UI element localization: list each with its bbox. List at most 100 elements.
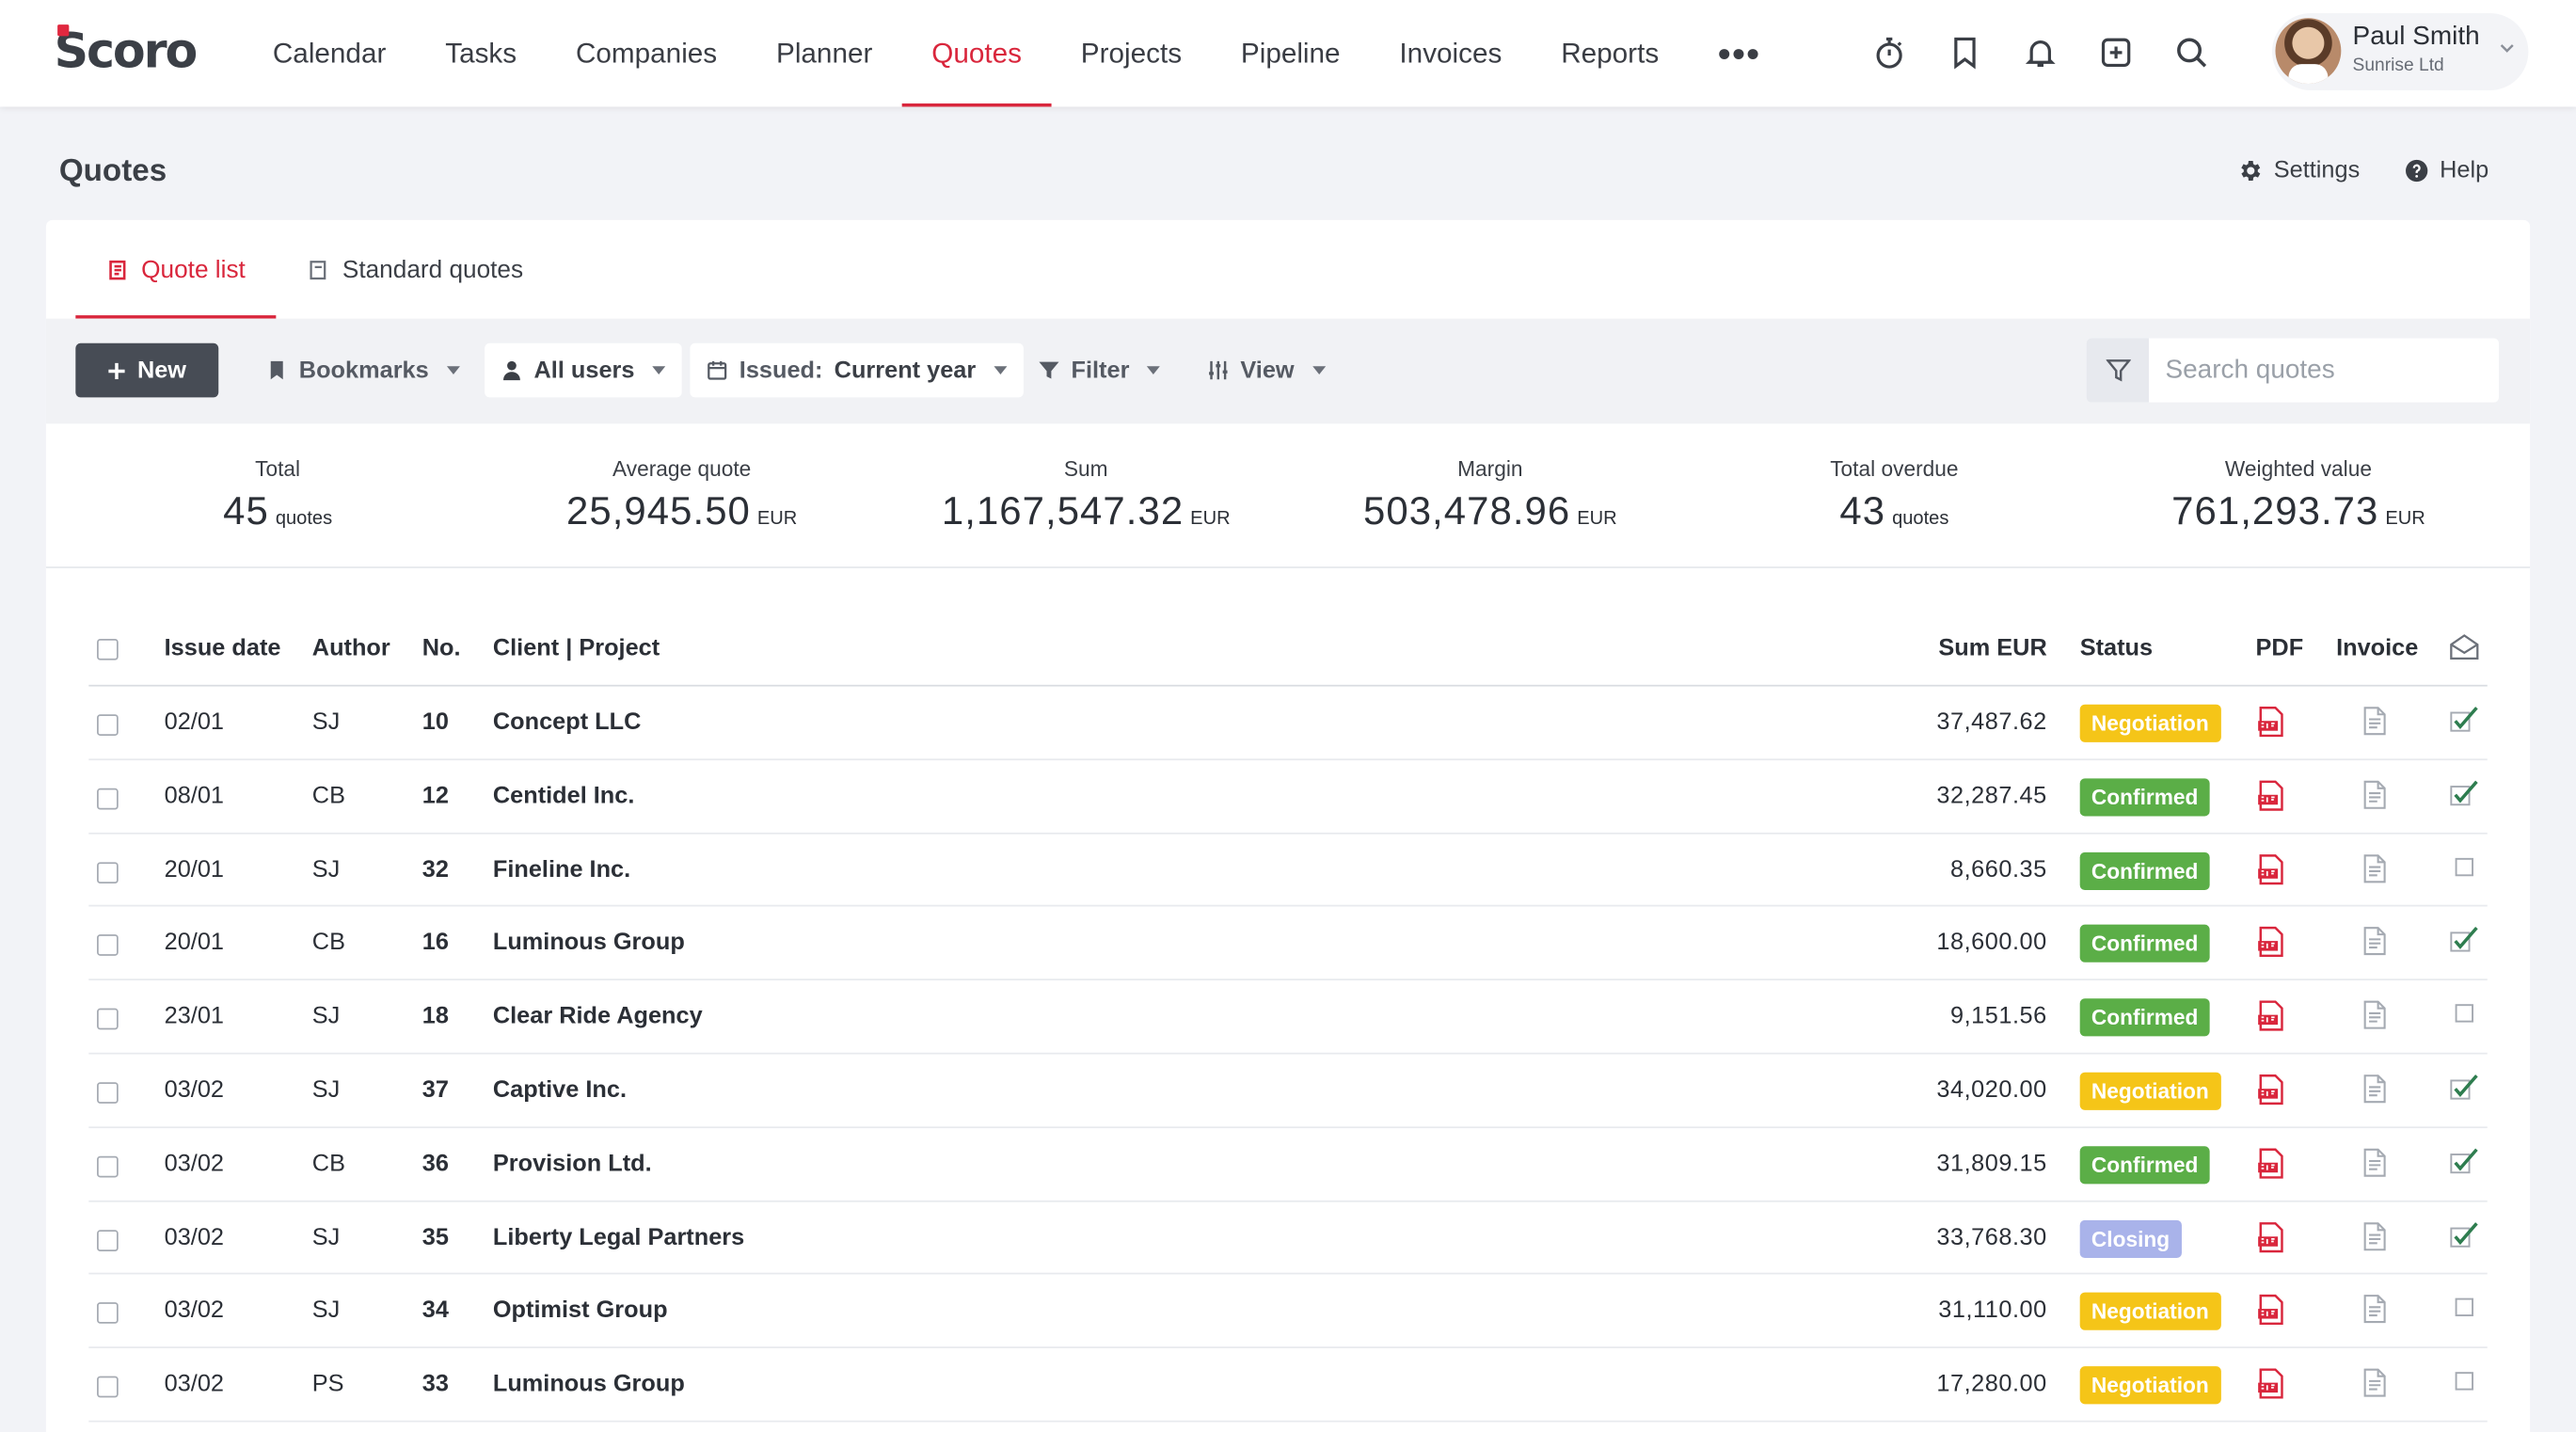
row-checkbox[interactable] — [97, 1302, 119, 1325]
sent-check-icon[interactable] — [2450, 1074, 2479, 1103]
invoice-document-icon[interactable] — [2362, 1221, 2392, 1254]
invoice-document-icon[interactable] — [2362, 780, 2392, 813]
client-name[interactable]: Luminous Group — [493, 1372, 685, 1398]
sent-check-icon[interactable] — [2450, 927, 2479, 956]
filter-dropdown[interactable]: Filter — [1022, 343, 1177, 398]
client-name[interactable]: Fineline Inc. — [493, 856, 630, 883]
row-checkbox[interactable] — [97, 1009, 119, 1030]
pdf-icon[interactable] — [2257, 1295, 2286, 1328]
pdf-icon[interactable] — [2257, 1000, 2286, 1033]
col-invoice[interactable]: Invoice — [2336, 635, 2418, 661]
col-author[interactable]: Author — [312, 635, 390, 661]
quote-number[interactable]: 12 — [422, 783, 449, 809]
nav-item-projects[interactable]: Projects — [1051, 0, 1211, 106]
invoice-document-icon[interactable] — [2362, 853, 2392, 886]
tab-quote-list[interactable]: Quote list — [75, 220, 278, 319]
row-checkbox[interactable] — [97, 1229, 119, 1251]
client-name[interactable]: Centidel Inc. — [493, 783, 635, 809]
col-issue-date[interactable]: Issue date — [165, 635, 281, 661]
client-name[interactable]: Clear Ride Agency — [493, 1004, 703, 1030]
quote-number[interactable]: 35 — [422, 1224, 449, 1250]
pdf-icon[interactable] — [2257, 1368, 2286, 1401]
table-row[interactable]: 03/02 PS 33 Luminous Group 17,280.00 Negotiat… — [88, 1348, 2488, 1423]
table-row[interactable]: 23/01 SJ 18 Clear Ride Agency 9,151.56 Confir… — [88, 980, 2488, 1055]
row-checkbox[interactable] — [97, 1376, 119, 1398]
bell-icon[interactable] — [2014, 28, 2067, 77]
invoice-document-icon[interactable] — [2362, 707, 2392, 740]
more-menu-button[interactable]: ••• — [1689, 0, 1790, 106]
nav-item-pipeline[interactable]: Pipeline — [1211, 0, 1370, 106]
table-row[interactable]: 02/01 SJ 10 Concept LLC 37,487.62 Negotiation — [88, 687, 2488, 760]
quote-number[interactable]: 16 — [422, 931, 449, 957]
client-name[interactable]: Optimist Group — [493, 1298, 668, 1325]
help-link[interactable]: Help — [2404, 158, 2489, 183]
nav-item-calendar[interactable]: Calendar — [243, 0, 415, 106]
invoice-document-icon[interactable] — [2362, 1148, 2392, 1181]
row-checkbox[interactable] — [97, 1155, 119, 1178]
table-row[interactable]: 03/02 SJ 37 Captive Inc. 34,020.00 Negotiatio… — [88, 1055, 2488, 1128]
client-name[interactable]: Liberty Legal Partners — [493, 1224, 744, 1250]
table-row[interactable]: 03/02 SJ 35 Liberty Legal Partners 33,768.30… — [88, 1201, 2488, 1276]
pdf-icon[interactable] — [2257, 1074, 2286, 1106]
quote-number[interactable]: 18 — [422, 1004, 449, 1030]
search-input[interactable] — [2149, 355, 2478, 386]
select-all-checkbox[interactable] — [97, 638, 119, 660]
user-menu[interactable]: Paul Smith Sunrise Ltd — [2271, 12, 2529, 90]
client-name[interactable]: Concept LLC — [493, 709, 642, 736]
nav-item-tasks[interactable]: Tasks — [416, 0, 547, 106]
quote-number[interactable]: 36 — [422, 1151, 449, 1177]
row-checkbox[interactable] — [97, 788, 119, 810]
tab-standard-quotes[interactable]: Standard quotes — [277, 220, 554, 319]
invoice-document-icon[interactable] — [2362, 927, 2392, 960]
table-row[interactable]: 08/01 CB 12 Centidel Inc. 32,287.45 Confirmed — [88, 760, 2488, 834]
not-sent-checkbox-icon[interactable] — [2450, 853, 2479, 883]
invoice-document-icon[interactable] — [2362, 1074, 2392, 1106]
not-sent-checkbox-icon[interactable] — [2450, 1368, 2479, 1397]
col-pdf[interactable]: PDF — [2256, 635, 2304, 661]
quote-number[interactable]: 33 — [422, 1372, 449, 1398]
plus-square-icon[interactable] — [2090, 28, 2142, 77]
sent-check-icon[interactable] — [2450, 1221, 2479, 1250]
col-status[interactable]: Status — [2080, 635, 2153, 661]
nav-item-reports[interactable]: Reports — [1532, 0, 1689, 106]
stopwatch-icon[interactable] — [1863, 28, 1916, 77]
nav-item-invoices[interactable]: Invoices — [1370, 0, 1532, 106]
search-icon[interactable] — [2165, 28, 2218, 77]
row-checkbox[interactable] — [97, 861, 119, 883]
table-row[interactable]: 03/02 CB 36 Provision Ltd. 31,809.15 Confirme… — [88, 1128, 2488, 1201]
envelope-icon[interactable] — [2450, 634, 2479, 669]
not-sent-checkbox-icon[interactable] — [2450, 1295, 2479, 1324]
invoice-document-icon[interactable] — [2362, 1295, 2392, 1328]
col-number[interactable]: No. — [422, 635, 461, 661]
client-name[interactable]: Captive Inc. — [493, 1077, 627, 1104]
issued-date-dropdown[interactable]: Issued: Current year — [690, 342, 1024, 398]
client-name[interactable]: Provision Ltd. — [493, 1151, 652, 1177]
table-row[interactable]: 03/02 SJ 34 Optimist Group 31,110.00 Negotiat… — [88, 1275, 2488, 1349]
quote-number[interactable]: 34 — [422, 1298, 449, 1325]
sent-check-icon[interactable] — [2450, 780, 2479, 809]
table-row[interactable]: 20/01 CB 16 Luminous Group 18,600.00 Confirme… — [88, 907, 2488, 981]
sent-check-icon[interactable] — [2450, 1148, 2479, 1177]
bookmarks-dropdown[interactable]: Bookmarks — [249, 343, 476, 398]
client-name[interactable]: Luminous Group — [493, 931, 685, 957]
pdf-icon[interactable] — [2257, 927, 2286, 960]
invoice-document-icon[interactable] — [2362, 1368, 2392, 1401]
view-dropdown[interactable]: View — [1191, 343, 1342, 398]
scoro-logo[interactable]: Scoro — [55, 23, 199, 78]
sent-check-icon[interactable] — [2450, 707, 2479, 736]
users-dropdown[interactable]: All users — [485, 342, 683, 398]
pdf-icon[interactable] — [2257, 853, 2286, 886]
pdf-icon[interactable] — [2257, 707, 2286, 740]
search-filter-button[interactable] — [2086, 338, 2150, 403]
settings-link[interactable]: Settings — [2237, 158, 2360, 183]
nav-item-planner[interactable]: Planner — [747, 0, 902, 106]
pdf-icon[interactable] — [2257, 1221, 2286, 1254]
col-sum[interactable]: Sum EUR — [1850, 635, 2046, 661]
row-checkbox[interactable] — [97, 714, 119, 736]
not-sent-checkbox-icon[interactable] — [2450, 1000, 2479, 1029]
new-quote-button[interactable]: New — [75, 342, 219, 398]
quote-number[interactable]: 32 — [422, 856, 449, 883]
quote-number[interactable]: 37 — [422, 1077, 449, 1104]
pdf-icon[interactable] — [2257, 780, 2286, 813]
bookmark-icon[interactable] — [1939, 28, 1992, 77]
